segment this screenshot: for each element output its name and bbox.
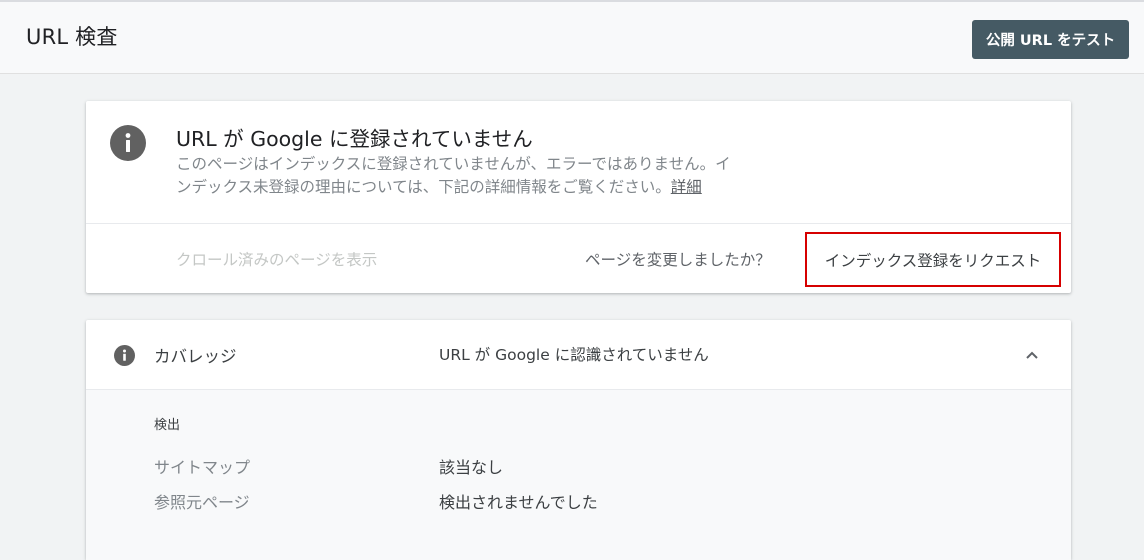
index-status-title: URL が Google に登録されていません (176, 127, 533, 151)
page-changed-prompt: ページを変更しましたか？ (585, 251, 771, 269)
card-divider (86, 223, 1071, 224)
referring-page-key: 参照元ページ (154, 493, 250, 512)
test-live-url-button[interactable]: 公開 URL をテスト (972, 20, 1129, 59)
details-link[interactable]: 詳細 (671, 178, 702, 196)
description-line-1: このページはインデックスに登録されていませんが、エラーではありません。イ (176, 155, 731, 173)
sitemap-value: 該当なし (439, 458, 504, 477)
chevron-up-icon[interactable] (1022, 345, 1042, 365)
coverage-panel: カバレッジ URL が Google に認識されていません 検出 サイトマップ … (86, 320, 1071, 560)
view-crawled-page-button[interactable]: クロール済みのページを表示 (176, 248, 377, 270)
coverage-label: カバレッジ (154, 347, 237, 366)
info-icon (114, 345, 135, 366)
info-icon (110, 125, 146, 161)
coverage-header[interactable]: カバレッジ URL が Google に認識されていません (86, 320, 1071, 390)
coverage-status: URL が Google に認識されていません (439, 346, 709, 364)
discovery-section-label: 検出 (154, 418, 181, 433)
page-title: URL 検査 (26, 25, 118, 49)
index-status-card: URL が Google に登録されていません このページはインデックスに登録さ… (86, 101, 1071, 293)
coverage-details: 検出 サイトマップ 該当なし 参照元ページ 検出されませんでした (86, 390, 1071, 560)
app-header: URL 検査 公開 URL をテスト (0, 0, 1144, 74)
description-line-2: ンデックス未登録の理由については、下記の詳細情報をご覧ください。 (176, 178, 671, 196)
request-indexing-button[interactable]: インデックス登録をリクエスト (805, 232, 1061, 287)
sitemap-key: サイトマップ (154, 458, 251, 477)
index-status-description: このページはインデックスに登録されていませんが、エラーではありません。イ ンデッ… (176, 153, 816, 199)
referring-page-value: 検出されませんでした (439, 493, 598, 512)
